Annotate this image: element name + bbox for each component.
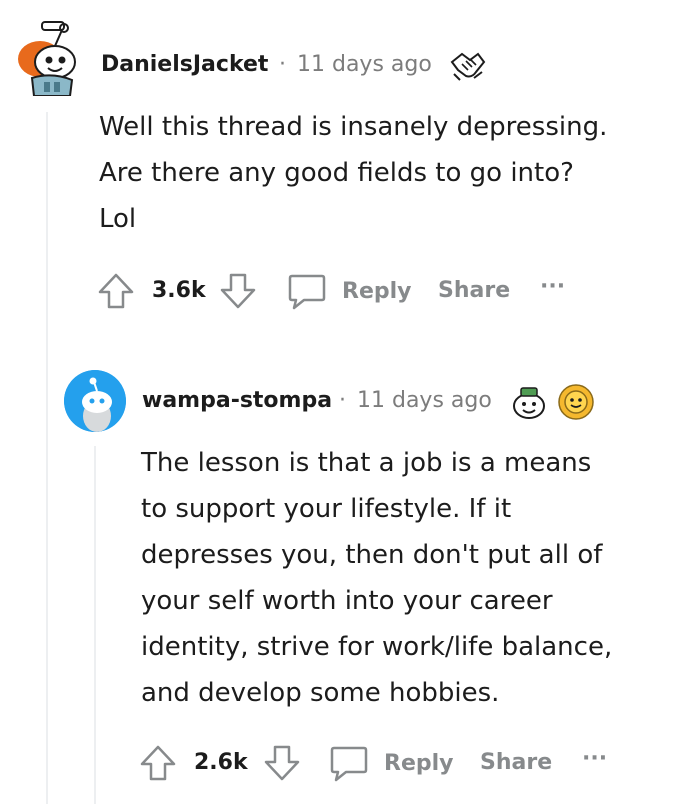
award[interactable] <box>510 384 548 422</box>
sun-award-icon <box>558 384 594 420</box>
body-line: Are there any good fields to go into? <box>99 158 574 188</box>
downvote-icon <box>220 273 256 309</box>
upvote-button[interactable] <box>138 742 178 784</box>
separator: · <box>279 52 286 77</box>
body-line: identity, strive for work/life balance, <box>141 632 613 662</box>
user-avatar[interactable] <box>64 370 126 432</box>
award[interactable] <box>448 46 488 86</box>
share-button[interactable]: Share <box>480 750 552 775</box>
body-line: Lol <box>99 204 137 234</box>
username[interactable]: DanielsJacket <box>101 52 268 77</box>
body-line: The lesson is that a job is a means <box>141 448 592 478</box>
body-line: depresses you, then don't put all of <box>141 540 603 570</box>
body-line: to support your lifestyle. If it <box>141 494 512 524</box>
thread-line[interactable] <box>94 446 96 804</box>
upvote-button[interactable] <box>96 270 136 312</box>
vote-count: 3.6k <box>152 278 206 303</box>
comment-bubble-icon <box>288 274 326 310</box>
timestamp[interactable]: 11 days ago <box>357 388 492 413</box>
handshake-award-icon <box>450 52 486 81</box>
snoo-avatar-blue-icon <box>64 370 126 432</box>
downvote-icon <box>264 745 300 781</box>
reply-button[interactable]: Reply <box>328 742 454 784</box>
reply-button[interactable]: Reply <box>286 270 412 312</box>
reply-label: Reply <box>384 750 454 776</box>
user-avatar[interactable] <box>10 14 86 96</box>
thread-line[interactable] <box>46 112 48 804</box>
body-line: your self worth into your career <box>141 586 553 616</box>
downvote-button[interactable] <box>218 270 258 312</box>
comment-body: Well this thread is insanely depressing.… <box>99 104 607 242</box>
comment-body: The lesson is that a job is a means to s… <box>141 440 612 716</box>
more-options-button[interactable]: ··· <box>582 746 607 771</box>
username[interactable]: wampa-stompa <box>142 388 332 413</box>
separator: · <box>339 388 346 413</box>
body-line: Well this thread is insanely depressing. <box>99 112 608 142</box>
more-options-button[interactable]: ··· <box>540 274 565 299</box>
body-line: and develop some hobbies. <box>141 678 500 708</box>
reply-label: Reply <box>342 278 412 304</box>
vote-count: 2.6k <box>194 750 248 775</box>
share-button[interactable]: Share <box>438 278 510 303</box>
award[interactable] <box>556 382 596 422</box>
upvote-icon <box>140 745 176 781</box>
timestamp[interactable]: 11 days ago <box>297 52 432 77</box>
comment-bubble-icon <box>330 746 368 782</box>
wholesome-award-icon <box>513 387 545 419</box>
downvote-button[interactable] <box>262 742 302 784</box>
upvote-icon <box>98 273 134 309</box>
snoo-avatar-icon <box>18 21 76 96</box>
